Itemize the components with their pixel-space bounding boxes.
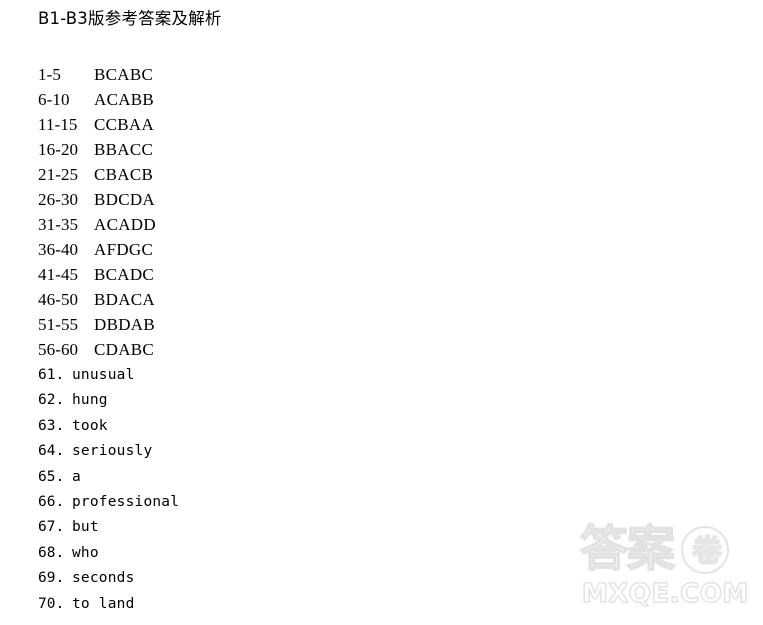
answer-letters: BDACA: [94, 290, 156, 309]
answer-range: 6-10: [38, 90, 70, 109]
answer-range: 31-35: [38, 215, 79, 234]
fill-word: who: [72, 544, 99, 561]
watermark-brand-text: 答案: [579, 521, 675, 577]
answer-range: 41-45: [38, 265, 79, 284]
page-title: B1-B3版参考答案及解析: [38, 9, 222, 28]
answer-row: 31-35 ACADD: [38, 212, 458, 237]
answer-range: 56-60: [38, 340, 79, 359]
fill-word: took: [72, 417, 108, 434]
answer-letters: BCABC: [94, 65, 154, 84]
answer-letters: BBACC: [94, 140, 154, 159]
answer-row: 6-10 ACABB: [38, 87, 458, 112]
fill-number: 69.: [38, 570, 65, 587]
answer-row: 56-60 CDABC: [38, 337, 458, 362]
fill-row: 68. who: [38, 541, 458, 566]
fill-row: 69. seconds: [38, 566, 458, 591]
answer-range: 16-20: [38, 140, 79, 159]
answer-row: 51-55 DBDAB: [38, 312, 458, 337]
answer-row: 1-5 BCABC: [38, 62, 458, 87]
answer-row: 46-50 BDACA: [38, 287, 458, 312]
answer-range: 51-55: [38, 315, 79, 334]
fill-word: to land: [72, 595, 135, 612]
multiple-choice-answers-list: 1-5 BCABC 6-10 ACABB 11-15 CCBAA 16-20 BBACC…: [38, 62, 458, 362]
fill-row: 64. seriously: [38, 439, 458, 464]
answer-range: 1-5: [38, 65, 61, 84]
answer-range: 26-30: [38, 190, 79, 209]
watermark-circle-badge-icon: 卷: [681, 526, 729, 574]
fill-number: 61.: [38, 367, 65, 383]
fill-number: 67.: [38, 519, 65, 536]
answer-letters: AFDGC: [94, 240, 154, 259]
answer-row: 41-45 BCADC: [38, 262, 458, 287]
answer-row: 26-30 BDCDA: [38, 187, 458, 212]
fill-word: but: [72, 519, 99, 536]
answer-letters: BDCDA: [94, 190, 156, 209]
fill-word: a: [72, 468, 81, 485]
answer-row: 21-25 CBACB: [38, 162, 458, 187]
fill-word: unusual: [72, 367, 135, 383]
site-watermark: 答案 卷 MXQE.COM: [568, 521, 763, 617]
fill-word: seriously: [72, 443, 153, 460]
fill-word: professional: [72, 493, 180, 510]
fill-number: 65.: [38, 468, 65, 485]
fill-row: 67. but: [38, 515, 458, 540]
answer-letters: BCADC: [94, 265, 155, 284]
fill-number: 66.: [38, 493, 65, 510]
fill-word: hung: [72, 392, 108, 409]
answer-letters: CCBAA: [94, 115, 155, 134]
document-page: B1-B3版参考答案及解析 1-5 BCABC 6-10 ACABB 11-15 CC…: [0, 0, 763, 625]
fill-row: 63. took: [38, 414, 458, 439]
fill-row: 62. hung: [38, 388, 458, 413]
fill-number: 64.: [38, 443, 65, 460]
fill-number: 62.: [38, 392, 65, 409]
watermark-domain-text: MXQE.COM: [581, 578, 749, 609]
fill-number: 68.: [38, 544, 65, 561]
answer-range: 11-15: [38, 115, 78, 134]
fill-in-the-blank-answers-list: 61. unusual 62. hung 63. took 64. seriously …: [38, 363, 458, 617]
answer-letters: DBDAB: [94, 315, 156, 334]
answer-range: 36-40: [38, 240, 79, 259]
fill-row: 66. professional: [38, 490, 458, 515]
fill-row: 61. unusual: [38, 363, 458, 388]
fill-row: 65. a: [38, 465, 458, 490]
watermark-badge-char: 卷: [691, 533, 722, 569]
fill-number: 63.: [38, 417, 65, 434]
answer-range: 21-25: [38, 165, 79, 184]
fill-number: 70.: [38, 595, 65, 612]
fill-word: seconds: [72, 570, 135, 587]
answer-letters: CBACB: [94, 165, 154, 184]
answer-range: 46-50: [38, 290, 79, 309]
answer-letters: ACABB: [94, 90, 155, 109]
answer-letters: CDABC: [94, 340, 155, 359]
answer-row: 11-15 CCBAA: [38, 112, 458, 137]
fill-row: 70. to land: [38, 592, 458, 617]
answer-letters: ACADD: [94, 215, 156, 234]
answer-row: 36-40 AFDGC: [38, 237, 458, 262]
answer-row: 16-20 BBACC: [38, 137, 458, 162]
